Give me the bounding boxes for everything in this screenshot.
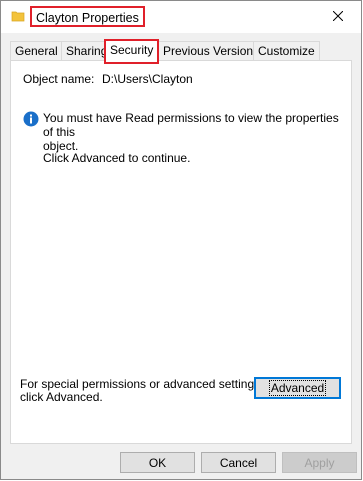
- tab-security[interactable]: Security: [104, 39, 160, 64]
- ok-button[interactable]: OK: [120, 452, 195, 473]
- close-button[interactable]: [315, 1, 361, 33]
- cancel-button[interactable]: Cancel: [201, 452, 276, 473]
- permission-message: You must have Read permissions to view t…: [43, 111, 343, 153]
- apply-button[interactable]: Apply: [282, 452, 357, 473]
- dialog-footer: OK Cancel Apply: [1, 442, 361, 479]
- object-name-label: Object name:: [23, 72, 95, 86]
- info-icon: [23, 111, 39, 127]
- special-permissions-text: For special permissions or advanced sett…: [20, 378, 263, 404]
- security-panel: Object name: D:\Users\Clayton You must h…: [10, 60, 352, 444]
- continue-text: Click Advanced to continue.: [43, 151, 191, 165]
- tab-general[interactable]: General: [10, 41, 63, 60]
- tab-customize[interactable]: Customize: [253, 41, 320, 60]
- special-permissions-line2: click Advanced.: [20, 390, 103, 404]
- window-title: Clayton Properties: [30, 6, 145, 27]
- object-name-value: D:\Users\Clayton: [102, 72, 193, 86]
- tab-previous-versions[interactable]: Previous Versions: [158, 41, 265, 60]
- advanced-button-label: Advanced: [268, 380, 327, 396]
- permission-message-line1: You must have Read permissions to view t…: [43, 111, 339, 139]
- title-bar[interactable]: Clayton Properties: [1, 1, 361, 33]
- advanced-button[interactable]: Advanced: [254, 377, 341, 399]
- close-icon: [332, 10, 344, 24]
- folder-icon: [11, 9, 25, 23]
- properties-window: Clayton Properties General Sharing Secur…: [0, 0, 362, 480]
